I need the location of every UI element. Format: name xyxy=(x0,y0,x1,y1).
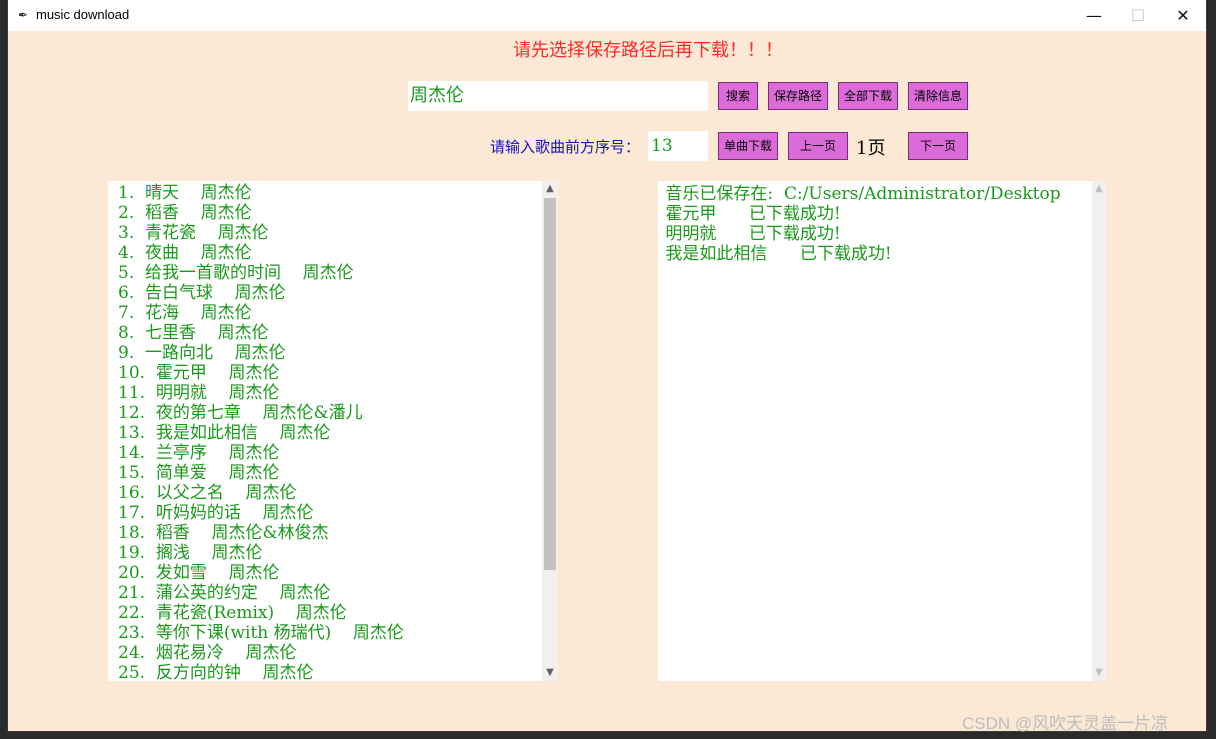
page-number-label: 1页 xyxy=(856,138,886,159)
list-item[interactable]: 5. 给我一首歌的时间 周杰伦 xyxy=(118,263,538,283)
app-window: ✒ music download — ☐ ✕ 请先选择保存路径后再下载！！！ 周… xyxy=(8,0,1206,731)
window-title: music download xyxy=(36,7,130,22)
list-item[interactable]: 3. 青花瓷 周杰伦 xyxy=(118,223,538,243)
list-item[interactable]: 8. 七里香 周杰伦 xyxy=(118,323,538,343)
minimize-button[interactable]: — xyxy=(1071,0,1117,31)
maximize-button[interactable]: ☐ xyxy=(1115,0,1161,31)
scroll-thumb[interactable] xyxy=(544,198,556,570)
title-bar: ✒ music download — ☐ ✕ xyxy=(8,0,1206,31)
single-download-button[interactable]: 单曲下载 xyxy=(718,132,778,160)
list-item[interactable]: 14. 兰亭序 周杰伦 xyxy=(118,443,538,463)
song-list[interactable]: 1. 晴天 周杰伦 2. 稻香 周杰伦 3. 青花瓷 周杰伦 4. 夜曲 周杰伦 5. … xyxy=(108,181,558,681)
info-scroll-down-arrow[interactable]: ▼ xyxy=(1092,665,1106,681)
list-item[interactable]: 21. 蒲公英的约定 周杰伦 xyxy=(118,583,538,603)
list-item[interactable]: 11. 明明就 周杰伦 xyxy=(118,383,538,403)
list-item[interactable]: 19. 搁浅 周杰伦 xyxy=(118,543,538,563)
list-item[interactable]: 2. 稻香 周杰伦 xyxy=(118,203,538,223)
next-page-button[interactable]: 下一页 xyxy=(908,132,968,160)
song-rows: 1. 晴天 周杰伦 2. 稻香 周杰伦 3. 青花瓷 周杰伦 4. 夜曲 周杰伦 5. … xyxy=(118,183,538,681)
list-item[interactable]: 16. 以父之名 周杰伦 xyxy=(118,483,538,503)
list-item[interactable]: 4. 夜曲 周杰伦 xyxy=(118,243,538,263)
list-item[interactable]: 13. 我是如此相信 周杰伦 xyxy=(118,423,538,443)
list-item[interactable]: 12. 夜的第七章 周杰伦&潘儿 xyxy=(118,403,538,423)
info-scrollbar[interactable]: ▲ ▼ xyxy=(1092,181,1106,681)
clear-info-button[interactable]: 清除信息 xyxy=(908,82,968,110)
search-input[interactable]: 周杰伦 xyxy=(408,81,708,111)
list-item[interactable]: 23. 等你下课(with 杨瑞代) 周杰伦 xyxy=(118,623,538,643)
list-item[interactable]: 24. 烟花易冷 周杰伦 xyxy=(118,643,538,663)
save-path-button[interactable]: 保存路径 xyxy=(768,82,828,110)
index-prompt-label: 请输入歌曲前方序号： xyxy=(490,138,641,156)
list-item[interactable]: 22. 青花瓷(Remix) 周杰伦 xyxy=(118,603,538,623)
list-item[interactable]: 6. 告白气球 周杰伦 xyxy=(118,283,538,303)
list-item[interactable]: 15. 简单爱 周杰伦 xyxy=(118,463,538,483)
song-index-input[interactable]: 13 xyxy=(648,131,708,161)
list-item[interactable]: 25. 反方向的钟 周杰伦 xyxy=(118,663,538,681)
list-item[interactable]: 17. 听妈妈的话 周杰伦 xyxy=(118,503,538,523)
list-item[interactable]: 10. 霍元甲 周杰伦 xyxy=(118,363,538,383)
info-text: 音乐已保存在: C:/Users/Administrator/Desktop 霍… xyxy=(665,184,1061,264)
warning-label: 请先选择保存路径后再下载！！！ xyxy=(513,40,783,61)
list-item[interactable]: 9. 一路向北 周杰伦 xyxy=(118,343,538,363)
scroll-down-arrow[interactable]: ▼ xyxy=(542,665,558,681)
list-item[interactable]: 18. 稻香 周杰伦&林俊杰 xyxy=(118,523,538,543)
scroll-up-arrow[interactable]: ▲ xyxy=(542,181,558,197)
song-list-scrollbar[interactable]: ▲ ▼ xyxy=(542,181,558,681)
list-item[interactable]: 1. 晴天 周杰伦 xyxy=(118,183,538,203)
prev-page-button[interactable]: 上一页 xyxy=(788,132,848,160)
search-button[interactable]: 搜索 xyxy=(718,82,758,110)
list-item[interactable]: 7. 花海 周杰伦 xyxy=(118,303,538,323)
info-textbox[interactable]: 音乐已保存在: C:/Users/Administrator/Desktop 霍… xyxy=(658,181,1106,681)
list-item[interactable]: 20. 发如雪 周杰伦 xyxy=(118,563,538,583)
close-button[interactable]: ✕ xyxy=(1160,0,1206,31)
download-all-button[interactable]: 全部下载 xyxy=(838,82,898,110)
info-scroll-up-arrow[interactable]: ▲ xyxy=(1092,181,1106,197)
csdn-watermark: CSDN @风吹天灵盖一片凉 xyxy=(962,714,1169,733)
feather-icon: ✒ xyxy=(18,8,29,22)
